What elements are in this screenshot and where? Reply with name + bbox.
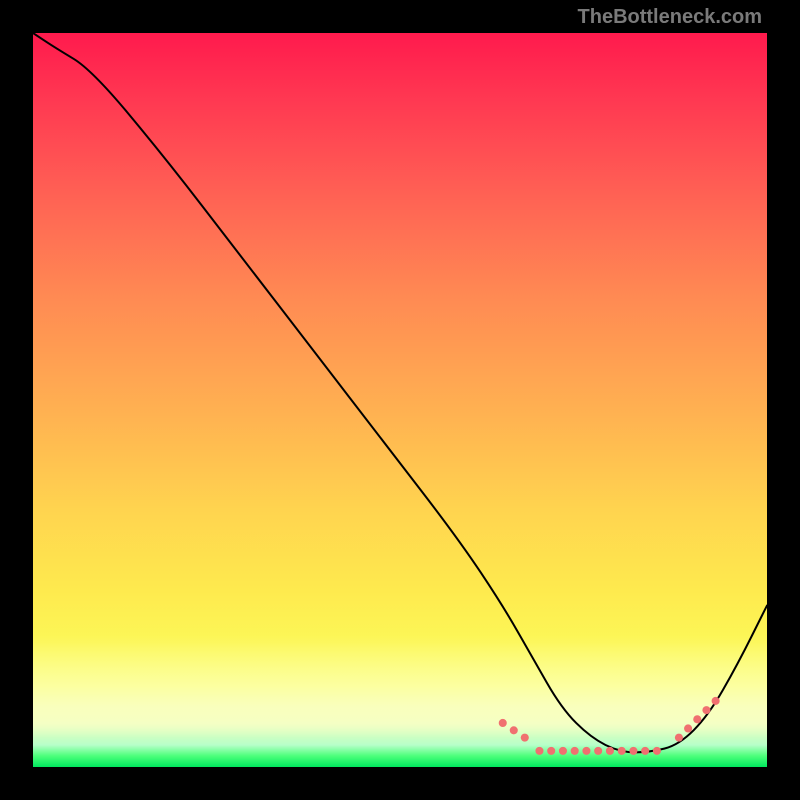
- valley-dot: [641, 747, 649, 755]
- curve-layer: [33, 33, 767, 767]
- valley-dot: [702, 706, 710, 714]
- watermark-text: TheBottleneck.com: [578, 6, 762, 29]
- valley-dot: [521, 734, 529, 742]
- plot-area: [33, 33, 767, 767]
- valley-dot: [618, 747, 626, 755]
- valley-dot: [693, 715, 701, 723]
- valley-dot: [571, 747, 579, 755]
- valley-dot: [510, 726, 518, 734]
- valley-dot: [629, 747, 637, 755]
- bottleneck-curve: [33, 33, 767, 752]
- valley-dot: [594, 747, 602, 755]
- valley-dot: [684, 724, 692, 732]
- valley-dot: [712, 697, 720, 705]
- valley-dot: [499, 719, 507, 727]
- valley-dot: [675, 734, 683, 742]
- chart-frame: TheBottleneck.com: [0, 0, 800, 800]
- valley-dot: [606, 747, 614, 755]
- valley-dot: [535, 747, 543, 755]
- valley-dot: [547, 747, 555, 755]
- valley-dot: [582, 747, 590, 755]
- valley-dot: [559, 747, 567, 755]
- valley-dot: [653, 747, 661, 755]
